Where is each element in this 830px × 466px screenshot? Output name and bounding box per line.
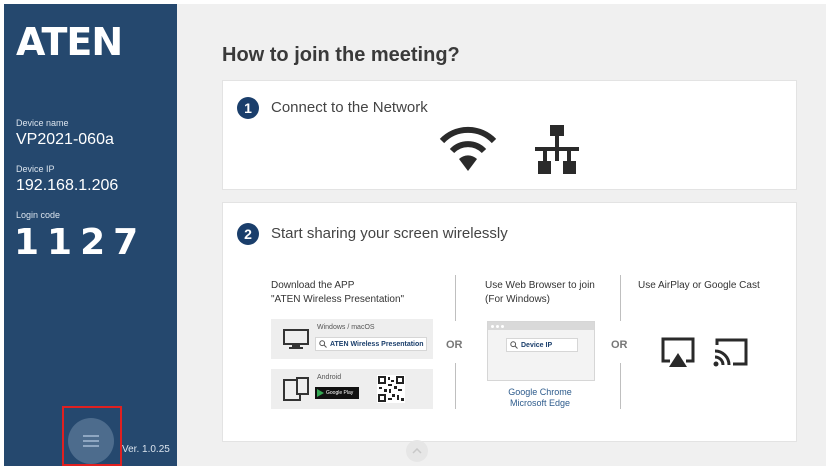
step1-card: 1 Connect to the Network bbox=[222, 80, 797, 190]
page-title: How to join the meeting? bbox=[222, 44, 460, 66]
aten-logo: ATEN bbox=[16, 20, 123, 64]
microsoft-edge-label: Microsoft Edge bbox=[509, 398, 571, 408]
step2-card: 2 Start sharing your screen wirelessly D… bbox=[222, 202, 797, 442]
divider-1-bottom bbox=[455, 363, 456, 409]
windows-macos-label: Windows / macOS bbox=[317, 324, 375, 331]
wifi-icon bbox=[439, 126, 497, 171]
browser-illustration: Device IP bbox=[487, 321, 595, 381]
sidebar: ATEN Device name VP2021-060a Device IP 1… bbox=[4, 4, 177, 466]
device-ip-search-box: Device IP bbox=[506, 338, 578, 352]
airplay-cast-label: Use AirPlay or Google Cast bbox=[638, 280, 760, 291]
download-app-label: Download the APP "ATEN Wireless Presenta… bbox=[271, 280, 405, 305]
chevron-up-icon bbox=[412, 448, 422, 454]
divider-2-bottom bbox=[620, 363, 621, 409]
web-browser-label: Use Web Browser to join (For Windows) bbox=[485, 280, 595, 305]
browser-title-bar bbox=[488, 322, 594, 330]
login-code-value: 1127 bbox=[14, 222, 147, 263]
divider-1-top bbox=[455, 275, 456, 321]
step2-title: Start sharing your screen wirelessly bbox=[271, 225, 508, 242]
or-label-1: OR bbox=[446, 339, 463, 351]
google-play-badge[interactable]: Google Play bbox=[315, 387, 359, 399]
version-label: Ver. 1.0.25 bbox=[122, 444, 170, 455]
or-label-2: OR bbox=[611, 339, 628, 351]
search-icon bbox=[510, 341, 518, 349]
menu-button[interactable] bbox=[68, 418, 114, 464]
brand-text: ATEN bbox=[16, 20, 123, 64]
google-cast-icon bbox=[713, 338, 748, 367]
device-name-label: Device name bbox=[16, 118, 69, 128]
android-app-box[interactable]: Android Google Play bbox=[271, 369, 433, 409]
qr-code-icon bbox=[377, 375, 405, 403]
app-window: ATEN Device name VP2021-060a Device IP 1… bbox=[4, 4, 826, 466]
windows-app-box[interactable]: Windows / macOS ATEN Wireless Presentati… bbox=[271, 319, 433, 359]
device-ip-value: 192.168.1.206 bbox=[16, 177, 119, 194]
device-name-value: VP2021-060a bbox=[16, 131, 114, 148]
menu-icon bbox=[83, 435, 99, 447]
step1-title: Connect to the Network bbox=[271, 99, 428, 116]
search-icon bbox=[319, 340, 327, 348]
step1-number: 1 bbox=[237, 97, 259, 119]
device-ip-search-text: Device IP bbox=[521, 341, 553, 349]
google-chrome-label: Google Chrome bbox=[508, 387, 572, 397]
step2-number: 2 bbox=[237, 223, 259, 245]
divider-2-top bbox=[620, 275, 621, 321]
app-search-text: ATEN Wireless Presentation bbox=[330, 340, 424, 348]
app-search-box: ATEN Wireless Presentation bbox=[315, 337, 427, 351]
device-ip-label: Device IP bbox=[16, 164, 55, 174]
tablet-phone-icon bbox=[283, 377, 309, 401]
login-code-label: Login code bbox=[16, 210, 61, 220]
android-label: Android bbox=[317, 374, 342, 381]
google-play-icon bbox=[317, 389, 324, 397]
airplay-icon bbox=[661, 337, 695, 367]
network-icon bbox=[535, 125, 579, 174]
monitor-icon bbox=[283, 329, 309, 349]
google-play-text: Google Play bbox=[326, 390, 354, 396]
scroll-up-button[interactable] bbox=[406, 440, 428, 462]
